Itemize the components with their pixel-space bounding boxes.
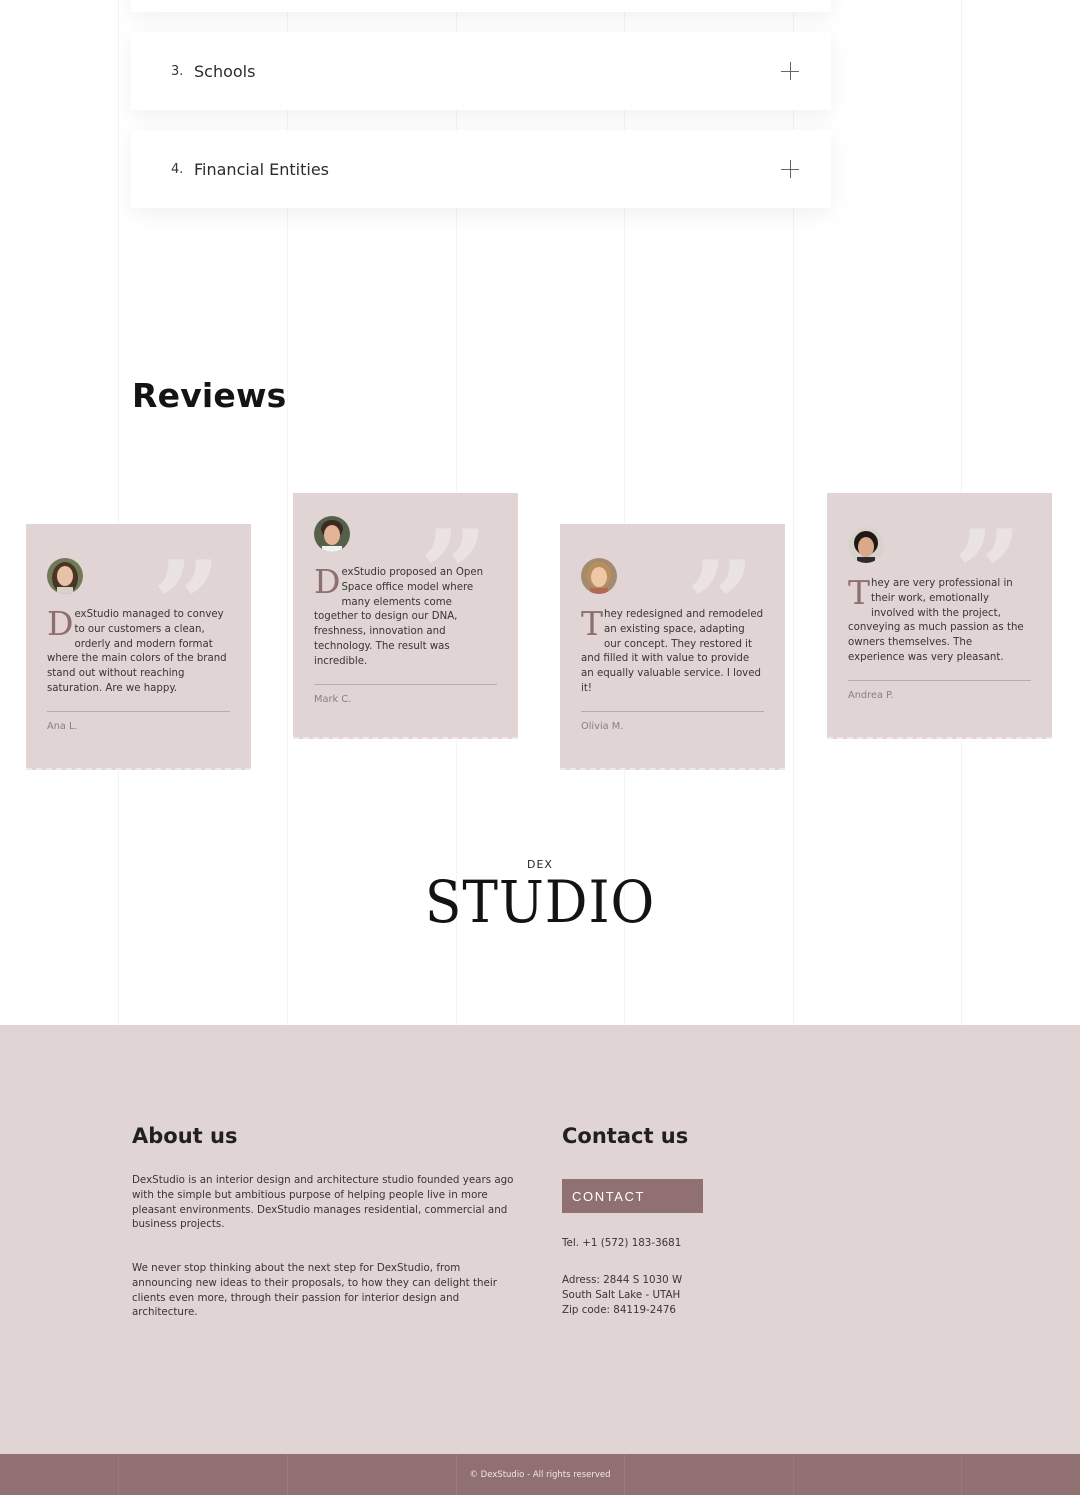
divider (47, 710, 230, 712)
about-paragraph-1: DexStudio is an interior design and arch… (132, 1174, 514, 1231)
accordion-title: Financial Entities (194, 159, 330, 179)
review-body: hey redesigned and remodeled an existing… (581, 609, 764, 694)
review-card: ” T hey redesigned and remodeled an exis… (560, 524, 785, 770)
reviews-title: Reviews (132, 376, 287, 415)
accordion-item-schools[interactable]: 3. Schools (131, 32, 831, 110)
contact-button[interactable]: CONTACT (562, 1179, 703, 1213)
plus-icon[interactable] (781, 160, 799, 178)
phone-text: Tel. +1 (572) 183-3681 (562, 1237, 682, 1249)
divider (848, 679, 1031, 681)
plus-icon[interactable] (781, 62, 799, 80)
copyright-bar: © DexStudio - All rights reserved (0, 1454, 1080, 1495)
address-line-2: South Salt Lake - UTAH (562, 1289, 681, 1301)
review-text: T hey redesigned and remodeled an existi… (581, 604, 764, 697)
review-author: Andrea P. (848, 689, 894, 701)
contact-title: Contact us (562, 1124, 689, 1148)
address-line-3: Zip code: 84119-2476 (562, 1304, 676, 1316)
address-line-1: Adress: 2844 S 1030 W (562, 1274, 683, 1286)
review-card: ” T hey are very professional in their w… (827, 493, 1052, 739)
accordion-item-financial-entities[interactable]: 4. Financial Entities (131, 130, 831, 208)
review-author: Ana L. (47, 720, 78, 732)
review-body: hey are very professional in their work,… (848, 578, 1024, 663)
review-dropcap: D (47, 604, 73, 643)
avatar (47, 558, 83, 594)
review-text: D exStudio proposed an Open Space office… (314, 562, 497, 670)
divider (581, 710, 764, 712)
review-dropcap: D (314, 562, 340, 601)
footer: About us DexStudio is an interior design… (0, 1025, 1080, 1454)
accordion-title: Schools (194, 61, 256, 81)
copyright-text: © DexStudio - All rights reserved (469, 1469, 611, 1480)
accordion-number: 4. (171, 161, 184, 177)
logo-studio: STUDIO (424, 868, 656, 936)
review-dropcap: T (848, 573, 870, 612)
review-author: Olivia M. (581, 720, 624, 732)
avatar (581, 558, 617, 594)
review-text: D exStudio managed to convey to our cust… (47, 604, 230, 697)
avatar (314, 516, 350, 552)
review-dropcap: T (581, 604, 603, 643)
about-title: About us (132, 1124, 238, 1148)
review-card: ” D exStudio proposed an Open Space offi… (293, 493, 518, 739)
review-body: exStudio managed to convey to our custom… (47, 609, 227, 694)
divider (314, 683, 497, 685)
about-paragraph-2: We never stop thinking about the next st… (132, 1262, 497, 1319)
avatar (848, 527, 884, 563)
accordion-number: 3. (171, 63, 184, 79)
review-card: ” D exStudio managed to convey to our cu… (26, 524, 251, 770)
review-author: Mark C. (314, 693, 352, 705)
accordion-item-previous (131, 0, 831, 12)
review-text: T hey are very professional in their wor… (848, 573, 1031, 666)
